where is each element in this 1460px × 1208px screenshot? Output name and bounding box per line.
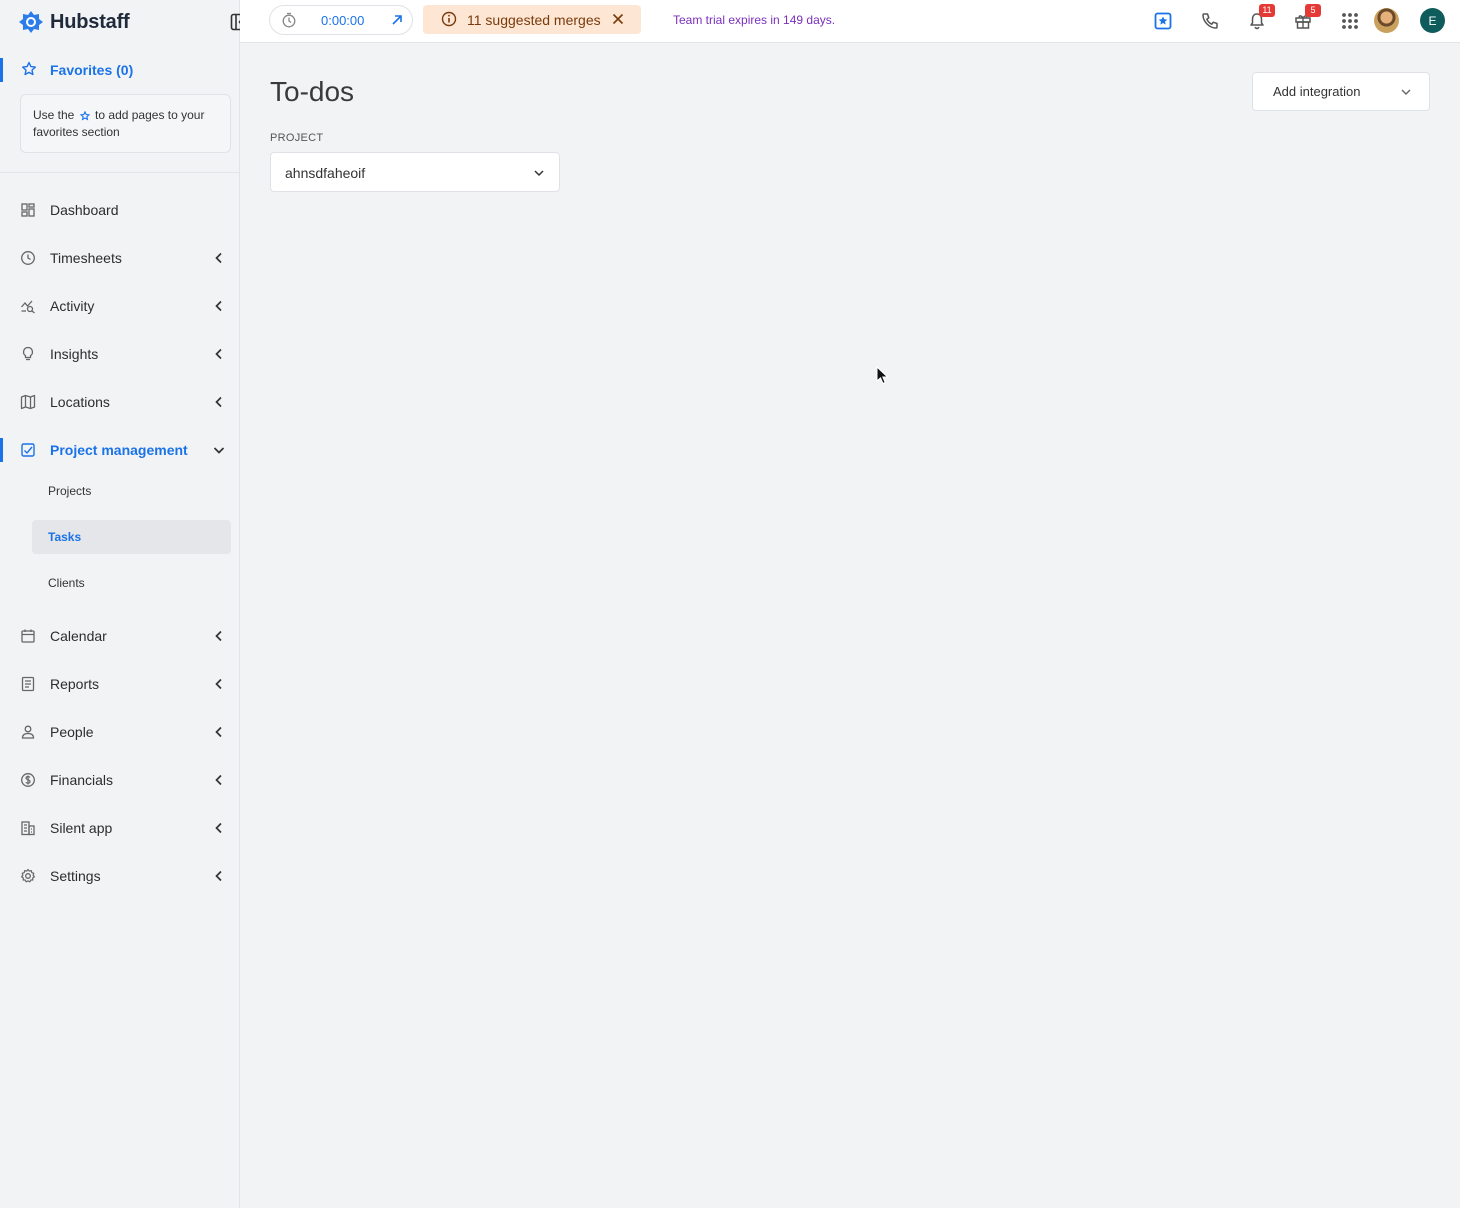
sidebar-item-silent-app[interactable]: Silent app bbox=[0, 808, 239, 848]
sidebar-item-label: Silent app bbox=[50, 820, 113, 836]
project-field-label: PROJECT bbox=[270, 132, 324, 144]
chevron-left-icon bbox=[215, 396, 222, 408]
timer-widget[interactable]: 0:00:00 bbox=[269, 5, 413, 35]
chevron-left-icon bbox=[215, 870, 222, 882]
project-select[interactable]: ahnsdfaheoif bbox=[270, 152, 560, 192]
favorites-hint: Use the to add pages to your favorites s… bbox=[20, 94, 231, 153]
gifts-badge: 5 bbox=[1305, 4, 1321, 17]
sidebar-item-label: Settings bbox=[50, 868, 101, 884]
add-integration-button[interactable]: Add integration bbox=[1252, 72, 1430, 111]
sidebar-item-reports[interactable]: Reports bbox=[0, 664, 239, 704]
user-avatar[interactable]: E bbox=[1420, 8, 1445, 33]
chevron-left-icon bbox=[215, 678, 222, 690]
project-icon bbox=[21, 443, 35, 457]
chevron-down-icon bbox=[1401, 89, 1411, 95]
dashboard-icon bbox=[21, 203, 35, 217]
star-icon bbox=[22, 61, 36, 76]
timer-value: 0:00:00 bbox=[321, 13, 365, 28]
sidebar-item-label: Insights bbox=[50, 346, 99, 362]
app-name: Hubstaff bbox=[50, 10, 130, 33]
sidebar-item-project-management[interactable]: Project management bbox=[0, 430, 239, 470]
sidebar-item-label: Financials bbox=[50, 772, 114, 788]
sidebar-subitem-tasks[interactable]: Tasks bbox=[32, 520, 231, 554]
phone-icon bbox=[1202, 13, 1218, 29]
notifications-button[interactable]: 11 bbox=[1245, 4, 1275, 33]
gear-icon bbox=[20, 868, 36, 883]
suggested-merges-label: 11 suggested merges bbox=[467, 12, 601, 28]
chevron-left-icon bbox=[215, 348, 222, 360]
chevron-left-icon bbox=[215, 630, 222, 642]
notifications-badge: 11 bbox=[1259, 4, 1275, 17]
apps-button[interactable] bbox=[1338, 9, 1362, 33]
map-icon bbox=[20, 394, 36, 410]
sidebar-item-calendar[interactable]: Calendar bbox=[0, 616, 239, 656]
favorites-hint-before: Use the bbox=[33, 108, 75, 122]
favorites-active-bar bbox=[0, 58, 3, 82]
focus-button[interactable] bbox=[1151, 9, 1175, 33]
sidebar-item-locations[interactable]: Locations bbox=[0, 382, 239, 422]
chevron-down-icon bbox=[534, 170, 544, 177]
sidebar-item-activity[interactable]: Activity bbox=[0, 286, 239, 326]
add-integration-label: Add integration bbox=[1273, 84, 1361, 99]
mini-star-icon bbox=[79, 110, 90, 121]
activity-icon bbox=[21, 300, 35, 314]
chevron-left-icon bbox=[215, 822, 222, 834]
star-badge-icon bbox=[1154, 12, 1172, 30]
active-indicator bbox=[0, 438, 3, 462]
hubstaff-logo-icon bbox=[19, 11, 43, 33]
sidebar-item-label: Calendar bbox=[50, 628, 107, 644]
chevron-left-icon bbox=[215, 726, 222, 738]
close-icon[interactable] bbox=[611, 12, 625, 26]
trial-notice[interactable]: Team trial expires in 149 days. bbox=[673, 13, 835, 27]
sidebar-item-settings[interactable]: Settings bbox=[0, 856, 239, 896]
chevron-down-icon bbox=[213, 447, 225, 454]
chevron-left-icon bbox=[215, 300, 222, 312]
clock-icon bbox=[21, 251, 35, 265]
building-icon bbox=[21, 821, 35, 836]
sidebar-item-insights[interactable]: Insights bbox=[0, 334, 239, 374]
phone-button[interactable] bbox=[1198, 9, 1222, 33]
mouse-cursor-icon bbox=[876, 366, 889, 385]
dollar-icon bbox=[21, 773, 35, 787]
info-icon bbox=[441, 11, 457, 27]
organization-avatar[interactable] bbox=[1374, 8, 1399, 33]
chevron-left-icon bbox=[215, 774, 222, 786]
lightbulb-icon bbox=[22, 346, 34, 361]
sidebar-item-dashboard[interactable]: Dashboard bbox=[0, 190, 239, 230]
sidebar-item-financials[interactable]: Financials bbox=[0, 760, 239, 800]
sidebar-item-label: Activity bbox=[50, 298, 95, 314]
sidebar-item-people[interactable]: People bbox=[0, 712, 239, 752]
person-icon bbox=[21, 725, 35, 739]
sidebar-divider bbox=[0, 172, 239, 173]
sidebar-item-label: Dashboard bbox=[50, 202, 119, 218]
top-bar: 0:00:00 11 suggested merges Team trial e… bbox=[240, 0, 1460, 43]
open-timer-icon[interactable] bbox=[390, 13, 404, 27]
sidebar-item-label: People bbox=[50, 724, 94, 740]
sidebar-item-timesheets[interactable]: Timesheets bbox=[0, 238, 239, 278]
page-title: To-dos bbox=[270, 76, 355, 107]
gifts-button[interactable]: 5 bbox=[1291, 4, 1321, 33]
sidebar-subitem-clients[interactable]: Clients bbox=[32, 566, 231, 600]
favorites-section[interactable]: Favorites (0) bbox=[0, 58, 239, 82]
project-select-value: ahnsdfaheoif bbox=[285, 165, 366, 181]
favorites-label: Favorites (0) bbox=[50, 62, 134, 78]
report-icon bbox=[21, 676, 35, 692]
apps-grid-icon bbox=[1342, 13, 1358, 29]
sidebar-item-label: Timesheets bbox=[50, 250, 122, 266]
suggested-merges-banner[interactable]: 11 suggested merges bbox=[423, 5, 641, 34]
hubstaff-logo[interactable]: Hubstaff bbox=[18, 8, 130, 36]
stopwatch-icon bbox=[282, 12, 296, 28]
sidebar: Hubstaff Favorites (0) Use the to add pa… bbox=[0, 0, 248, 1208]
sidebar-subitem-projects[interactable]: Projects bbox=[32, 474, 231, 508]
sidebar-item-label: Locations bbox=[50, 394, 110, 410]
sidebar-item-label: Project management bbox=[50, 442, 188, 458]
sidebar-item-label: Reports bbox=[50, 676, 100, 692]
chevron-left-icon bbox=[215, 252, 222, 264]
calendar-icon bbox=[21, 629, 35, 643]
